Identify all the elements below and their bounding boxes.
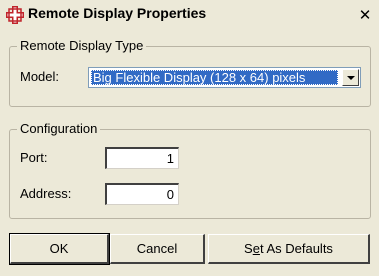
remote-display-type-group: Remote Display Type Model: Big Flexible … — [9, 38, 371, 107]
window-title: Remote Display Properties — [28, 5, 207, 21]
ok-button[interactable]: OK — [9, 233, 110, 265]
dropdown-arrow-button[interactable] — [342, 69, 359, 86]
remote-display-icon — [6, 6, 24, 24]
model-label: Model: — [20, 69, 60, 84]
chevron-down-icon — [346, 75, 355, 80]
set-as-defaults-button[interactable]: Set As Defaults — [208, 234, 370, 264]
dialog-window: Remote Display Properties ✕ Remote Displ… — [0, 0, 379, 276]
model-selected-value: Big Flexible Display (128 x 64) pixels — [91, 70, 338, 85]
model-dropdown[interactable]: Big Flexible Display (128 x 64) pixels — [88, 67, 361, 88]
defaults-label-accelerator: e — [252, 241, 260, 256]
defaults-label-suffix: t As Defaults — [259, 241, 333, 256]
address-input[interactable]: 0 — [105, 183, 179, 205]
title-bar[interactable]: Remote Display Properties ✕ — [0, 0, 379, 28]
configuration-group: Configuration Port: 1 Address: 0 — [9, 121, 371, 219]
port-label: Port: — [20, 150, 48, 165]
port-input[interactable]: 1 — [105, 147, 179, 169]
address-label: Address: — [20, 186, 72, 201]
cancel-button[interactable]: Cancel — [110, 234, 205, 264]
close-icon[interactable]: ✕ — [357, 6, 373, 24]
defaults-label-prefix: S — [244, 241, 253, 256]
configuration-label: Configuration — [17, 121, 101, 136]
remote-display-type-label: Remote Display Type — [17, 38, 147, 53]
